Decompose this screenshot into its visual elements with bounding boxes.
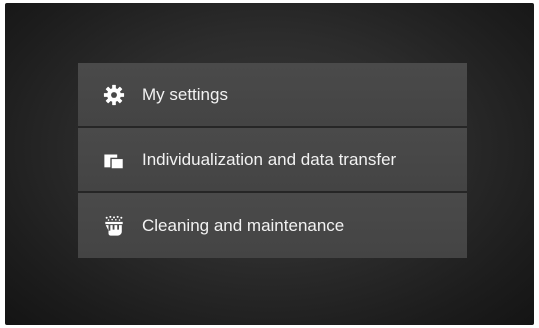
data-transfer-icon xyxy=(103,149,125,171)
gear-icon xyxy=(103,84,125,106)
menu-item-label: My settings xyxy=(142,84,228,104)
cleaning-icon xyxy=(103,215,125,237)
menu-item-my-settings[interactable]: My settings xyxy=(78,63,467,128)
menu-item-label: Individualization and data transfer xyxy=(142,149,397,169)
main-menu: My settings Individualization and data t… xyxy=(78,63,467,258)
device-screen: My settings Individualization and data t… xyxy=(5,3,534,325)
menu-item-cleaning[interactable]: Cleaning and maintenance xyxy=(78,193,467,258)
menu-item-individualization[interactable]: Individualization and data transfer xyxy=(78,128,467,193)
menu-item-label: Cleaning and maintenance xyxy=(142,215,345,235)
